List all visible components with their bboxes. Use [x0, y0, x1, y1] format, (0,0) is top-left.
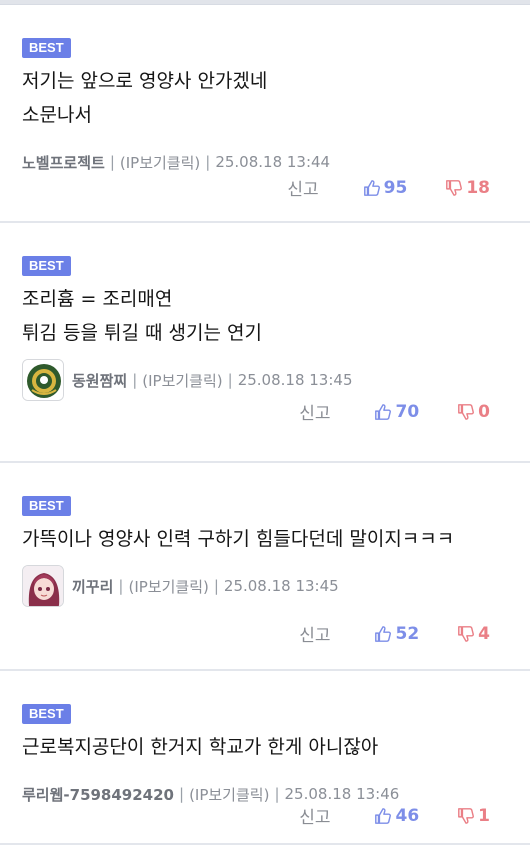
meta-separator: | — [118, 577, 124, 595]
meta-separator: | — [109, 153, 115, 171]
like-count: 46 — [395, 805, 420, 826]
dislike-count: 0 — [478, 401, 490, 422]
anime-girl-avatar-icon — [23, 566, 63, 606]
author-name[interactable]: 노벨프로젝트 — [22, 152, 105, 173]
meta-separator: | — [213, 577, 219, 595]
comment-text: 조리흄 = 조리매연 튀김 등을 튀길 때 생기는 연기 — [22, 288, 262, 344]
thumbs-up-icon — [363, 179, 380, 196]
dislike-count: 1 — [478, 805, 490, 826]
report-button[interactable]: 신고 — [299, 803, 330, 828]
best-badge: BEST — [22, 496, 71, 516]
comment-date: 25.08.18 13:45 — [237, 371, 353, 389]
meta-separator: | — [179, 785, 185, 803]
comment-item: BEST 근로복지공단이 한거지 학교가 한게 아니잖아 루리웹-7598492… — [0, 671, 530, 845]
comment-date: 25.08.18 13:46 — [284, 785, 400, 803]
author-name[interactable]: 동원짬찌 — [72, 370, 127, 391]
avatar[interactable] — [22, 565, 64, 607]
author-name[interactable]: 끼꾸리 — [72, 576, 113, 597]
thumbs-down-icon — [458, 403, 475, 420]
ip-view-link[interactable]: (IP보기클릭) — [120, 152, 200, 173]
meta-separator: | — [132, 371, 138, 389]
meta-separator: | — [205, 153, 211, 171]
ip-view-link[interactable]: (IP보기클릭) — [142, 370, 222, 391]
comment-item: BEST 조리흄 = 조리매연 튀김 등을 튀길 때 생기는 연기 동원짬찌 |… — [0, 223, 530, 463]
comment-actions: 신고 70 0 — [299, 399, 490, 425]
report-button[interactable]: 신고 — [299, 399, 330, 424]
thumbs-up-icon — [375, 403, 392, 420]
dislike-button[interactable]: 1 — [457, 806, 490, 826]
comment-text: 가뜩이나 영양사 인력 구하기 힘들다던데 말이지ㅋㅋㅋ — [22, 528, 455, 550]
author-name[interactable]: 루리웹-7598492420 — [22, 784, 174, 805]
comment-date: 25.08.18 13:45 — [223, 577, 339, 595]
report-button[interactable]: 신고 — [287, 175, 318, 200]
ip-view-link[interactable]: (IP보기클릭) — [128, 576, 208, 597]
thumbs-up-icon — [375, 625, 392, 642]
comment-item: BEST 가뜩이나 영양사 인력 구하기 힘들다던데 말이지ㅋㅋㅋ 끼꾸리 | … — [0, 463, 530, 671]
ip-view-link[interactable]: (IP보기클릭) — [189, 784, 269, 805]
dislike-button[interactable]: 0 — [457, 402, 490, 422]
thumbs-down-icon — [458, 625, 475, 642]
comment-text: 저기는 앞으로 영양사 안가겠네 소문나서 — [22, 70, 268, 126]
comment-list: BEST 저기는 앞으로 영양사 안가겠네 소문나서 노벨프로젝트 | (IP보… — [0, 5, 530, 845]
dislike-button[interactable]: 4 — [457, 624, 490, 644]
like-button[interactable]: 95 — [363, 177, 408, 198]
like-button[interactable]: 70 — [374, 402, 419, 422]
comment-text: 근로복지공단이 한거지 학교가 한게 아니잖아 — [22, 736, 379, 758]
like-count: 95 — [383, 177, 408, 198]
best-badge: BEST — [22, 38, 71, 58]
comment-date: 25.08.18 13:44 — [215, 153, 331, 171]
best-badge: BEST — [22, 704, 71, 724]
like-count: 52 — [395, 623, 420, 644]
dislike-button[interactable]: 18 — [445, 178, 490, 198]
thumbs-down-icon — [446, 179, 463, 196]
like-button[interactable]: 46 — [374, 806, 419, 826]
thumbs-down-icon — [458, 807, 475, 824]
report-button[interactable]: 신고 — [299, 621, 330, 646]
comment-meta: 동원짬찌 | (IP보기클릭) | 25.08.18 13:45 — [22, 358, 508, 402]
comment-meta: 끼꾸리 | (IP보기클릭) | 25.08.18 13:45 — [22, 564, 508, 608]
avatar[interactable] — [22, 359, 64, 401]
meta-separator: | — [274, 785, 280, 803]
like-count: 70 — [395, 401, 420, 422]
comment-actions: 신고 52 4 — [299, 621, 490, 647]
dislike-count: 4 — [478, 623, 490, 644]
like-button[interactable]: 52 — [374, 624, 419, 644]
comment-actions: 신고 46 1 — [299, 803, 490, 829]
meta-separator: | — [227, 371, 233, 389]
comment-actions: 신고 95 18 — [287, 175, 490, 201]
best-badge: BEST — [22, 256, 71, 276]
army-emblem-icon — [23, 360, 63, 400]
dislike-count: 18 — [466, 177, 490, 198]
comment-item: BEST 저기는 앞으로 영양사 안가겠네 소문나서 노벨프로젝트 | (IP보… — [0, 5, 530, 223]
thumbs-up-icon — [375, 807, 392, 824]
